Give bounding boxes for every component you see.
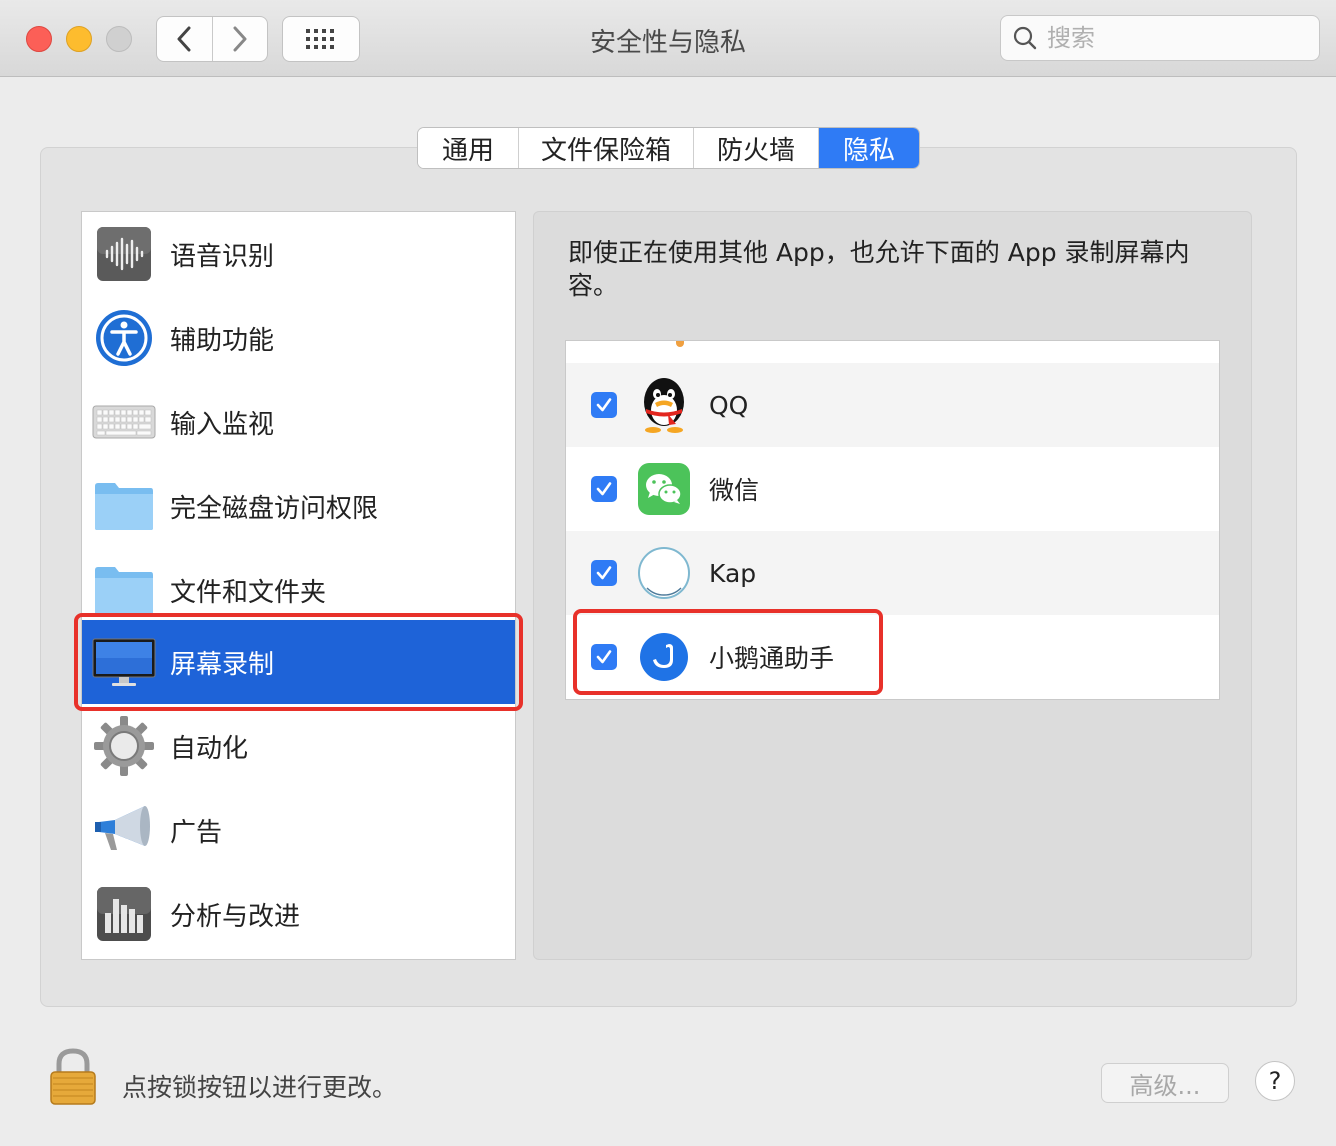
sidebar-item-advertising[interactable]: 广告 — [82, 788, 515, 872]
lock-button[interactable] — [48, 1048, 98, 1110]
waveform-icon — [92, 222, 156, 286]
tab-general[interactable]: 通用 — [418, 128, 518, 168]
help-button[interactable]: ? — [1255, 1061, 1295, 1101]
app-name: Kap — [709, 558, 757, 588]
checkmark-icon — [596, 482, 612, 496]
sidebar-item-automation[interactable]: 自动化 — [82, 704, 515, 788]
sidebar-item-label: 语音识别 — [170, 241, 275, 272]
app-row-kap: Kap — [566, 531, 1219, 615]
sidebar-item-label: 辅助功能 — [170, 325, 275, 356]
screen-recording-description: 即使正在使用其他 App，也允许下面的 App 录制屏幕内容。 — [568, 238, 1190, 300]
accessibility-icon — [92, 306, 156, 370]
sidebar-item-label: 分析与改进 — [170, 901, 301, 932]
app-row-qq: QQ — [566, 363, 1219, 447]
sidebar-item-analytics[interactable]: 分析与改进 — [82, 872, 515, 956]
bar-chart-icon — [92, 882, 156, 946]
tab-privacy[interactable]: 隐私 — [818, 128, 919, 168]
megaphone-icon — [92, 798, 156, 862]
lock-hint-text: 点按锁按钮以进行更改。 — [122, 1073, 398, 1102]
keyboard-icon — [92, 390, 156, 454]
privacy-category-list: 语音识别 辅助功能 输入监视 完全磁盘访问权限 文件和文件夹 屏幕录制 自动化 … — [81, 211, 516, 960]
checkmark-icon — [596, 398, 612, 412]
kap-icon — [637, 546, 691, 600]
sidebar-item-accessibility[interactable]: 辅助功能 — [82, 296, 515, 380]
sidebar-item-label: 输入监视 — [170, 409, 275, 440]
gear-icon — [92, 714, 156, 778]
app-name: 微信 — [709, 476, 760, 505]
tab-firewall[interactable]: 防火墙 — [693, 128, 818, 168]
sidebar-item-label: 文件和文件夹 — [170, 577, 327, 608]
sidebar-item-label: 自动化 — [170, 733, 249, 764]
advanced-button[interactable]: 高级... — [1101, 1063, 1229, 1103]
app-row-wechat: 微信 — [566, 447, 1219, 531]
padlock-icon — [50, 1048, 96, 1105]
wechat-icon — [637, 462, 691, 516]
app-checkbox[interactable] — [591, 476, 617, 502]
sidebar-item-speech-recognition[interactable]: 语音识别 — [82, 212, 515, 296]
search-field[interactable] — [1000, 15, 1320, 61]
sidebar-item-label: 完全磁盘访问权限 — [170, 493, 379, 524]
app-checkbox[interactable] — [591, 392, 617, 418]
sidebar-item-full-disk-access[interactable]: 完全磁盘访问权限 — [82, 464, 515, 548]
title-bar: 安全性与隐私 — [0, 0, 1336, 77]
qq-penguin-icon — [637, 378, 691, 433]
app-checkbox[interactable] — [591, 560, 617, 586]
app-name: QQ — [709, 390, 749, 420]
search-icon — [1013, 26, 1037, 50]
tab-filevault[interactable]: 文件保险箱 — [518, 128, 693, 168]
sidebar-item-label: 广告 — [170, 817, 223, 848]
tab-bar: 通用 文件保险箱 防火墙 隐私 — [417, 127, 920, 169]
highlight-box-xiaoetong — [573, 609, 883, 695]
partial-row — [566, 341, 1219, 361]
search-input[interactable] — [1045, 23, 1299, 53]
folder-icon — [92, 474, 156, 538]
checkmark-icon — [596, 566, 612, 580]
highlight-box-screen-recording — [74, 613, 523, 711]
sidebar-item-input-monitoring[interactable]: 输入监视 — [82, 380, 515, 464]
